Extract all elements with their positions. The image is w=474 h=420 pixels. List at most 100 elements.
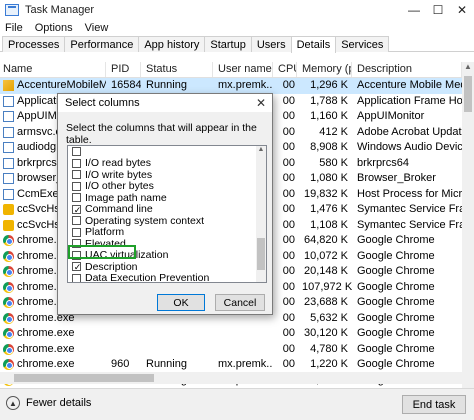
column-header-user-name[interactable]: User name — [213, 62, 273, 77]
description-cell: AppUIMonitor — [357, 110, 425, 122]
cancel-button[interactable]: Cancel — [215, 294, 265, 311]
menu-options[interactable]: Options — [35, 22, 73, 34]
column-header-cpu[interactable]: CPU — [273, 62, 297, 77]
tab-startup[interactable]: Startup — [204, 36, 252, 52]
dialog-title-bar: Select columns ✕ — [58, 94, 272, 112]
column-option[interactable]: Command line — [68, 203, 266, 215]
column-header-memory[interactable]: Memory (p... — [297, 62, 352, 77]
dialog-scroll-thumb[interactable] — [257, 238, 265, 270]
cpu-cell: 00 — [282, 156, 295, 169]
column-option[interactable]: I/O write bytes — [68, 169, 266, 181]
minimize-button[interactable]: — — [402, 0, 426, 20]
cpu-cell: 00 — [282, 79, 295, 91]
vertical-scrollbar[interactable]: ▲ — [462, 62, 474, 388]
table-row[interactable]: AccentureMobileMe... 16584 Running mx.premk… — [0, 78, 462, 94]
option-checkbox[interactable] — [72, 250, 81, 260]
menu-file[interactable]: File — [5, 22, 23, 34]
cpu-cell: 00 — [282, 172, 295, 184]
end-task-button[interactable]: End task — [402, 395, 466, 414]
description-cell: Google Chrome — [357, 342, 435, 355]
option-checkbox[interactable] — [72, 170, 81, 180]
scroll-thumb[interactable] — [464, 76, 472, 112]
tab-services[interactable]: Services — [335, 36, 390, 52]
status-cell — [141, 342, 213, 358]
cpu-cell: 00 — [282, 358, 295, 370]
option-checkbox[interactable] — [72, 262, 82, 272]
column-options: I/O read bytes I/O write bytes I/O other b… — [68, 146, 266, 282]
column-header-pid[interactable]: PID — [106, 62, 141, 77]
chevron-up-icon: ▲ — [6, 396, 20, 410]
option-checkbox[interactable] — [72, 239, 81, 249]
column-option[interactable]: Image path name — [68, 192, 266, 204]
table-row[interactable]: chrome.exe 00 4,780 K Google Chrome — [0, 342, 462, 358]
description-cell: Accenture Mobile Med — [357, 79, 462, 91]
tab-strip: Processes Performance App history Startu… — [0, 36, 474, 53]
column-option[interactable]: Elevated — [68, 238, 266, 250]
memory-cell: 107,972 K — [302, 280, 352, 293]
cpu-cell: 00 — [282, 203, 295, 215]
user-name-cell: mx.premk... — [218, 79, 273, 91]
memory-cell: 1,108 K — [310, 218, 348, 231]
status-cell — [141, 326, 213, 342]
column-header-description[interactable]: Description — [352, 62, 462, 77]
cpu-cell: 00 — [282, 234, 295, 246]
column-option[interactable] — [68, 146, 266, 158]
cpu-cell: 00 — [282, 94, 295, 107]
memory-cell: 412 K — [319, 125, 348, 138]
fewer-details-button[interactable]: ▲ Fewer details — [6, 396, 91, 410]
hscroll-thumb[interactable] — [14, 374, 154, 382]
description-cell: Symantec Service Fram... — [357, 203, 462, 215]
column-option[interactable]: Operating system context — [68, 215, 266, 227]
column-option[interactable]: Platform — [68, 226, 266, 238]
column-option[interactable]: Description — [68, 261, 266, 273]
option-checkbox[interactable] — [72, 204, 82, 214]
option-checkbox[interactable] — [72, 216, 81, 226]
table-row[interactable]: chrome.exe 960 Running mx.premk... 00 1,220 K… — [0, 357, 462, 373]
description-cell: Google Chrome — [357, 234, 435, 246]
column-option[interactable]: I/O read bytes — [68, 157, 266, 169]
close-button[interactable]: ✕ — [450, 0, 474, 20]
column-header-status[interactable]: Status — [141, 62, 213, 77]
status-cell: Running — [146, 358, 187, 370]
process-name-cell: AccentureMobileMe... — [0, 78, 106, 94]
memory-cell: 8,908 K — [310, 141, 348, 153]
process-name: chrome.exe — [17, 327, 75, 339]
dialog-scrollbar[interactable]: ▲ — [256, 146, 266, 282]
dialog-title: Select columns — [65, 97, 140, 109]
option-checkbox[interactable] — [72, 193, 81, 203]
horizontal-scrollbar[interactable] — [0, 372, 462, 384]
column-option[interactable]: Data Execution Prevention — [68, 272, 266, 282]
option-checkbox[interactable] — [72, 147, 81, 157]
cpu-cell: 00 — [282, 296, 295, 308]
select-columns-dialog: Select columns ✕ Select the columns that… — [57, 93, 273, 315]
option-checkbox[interactable] — [72, 227, 81, 237]
tab-app-history[interactable]: App history — [138, 36, 206, 52]
user-name-cell: mx.premk... — [218, 358, 273, 370]
dialog-close-button[interactable]: ✕ — [256, 96, 266, 110]
ok-button[interactable]: OK — [157, 294, 205, 311]
chrome-icon — [3, 250, 14, 262]
dialog-scroll-up-icon[interactable]: ▲ — [256, 146, 266, 156]
scroll-up-icon[interactable]: ▲ — [462, 62, 474, 74]
tab-details[interactable]: Details — [290, 36, 337, 53]
chrome-icon — [3, 328, 14, 340]
memory-cell: 1,296 K — [310, 79, 348, 91]
maximize-button[interactable]: ☐ — [426, 0, 450, 20]
pid-cell — [106, 342, 141, 358]
tab-users[interactable]: Users — [250, 36, 292, 52]
process-name: chrome.exe — [17, 358, 75, 370]
description-cell: brkrprcs64 — [357, 156, 409, 169]
tab-processes[interactable]: Processes — [2, 36, 66, 52]
memory-cell: 64,820 K — [303, 234, 348, 246]
tab-performance[interactable]: Performance — [64, 36, 140, 52]
column-option[interactable]: UAC virtualization — [68, 249, 266, 261]
description-cell: Adobe Acrobat Update ... — [357, 125, 462, 138]
option-checkbox[interactable] — [72, 273, 81, 282]
table-row[interactable]: chrome.exe 00 30,120 K Google Chrome — [0, 326, 462, 342]
option-checkbox[interactable] — [72, 181, 81, 191]
option-checkbox[interactable] — [72, 158, 81, 168]
column-header-name[interactable]: Name — [0, 62, 106, 77]
cpu-cell: 00 — [282, 141, 295, 153]
menu-view[interactable]: View — [85, 22, 109, 34]
column-option[interactable]: I/O other bytes — [68, 180, 266, 192]
